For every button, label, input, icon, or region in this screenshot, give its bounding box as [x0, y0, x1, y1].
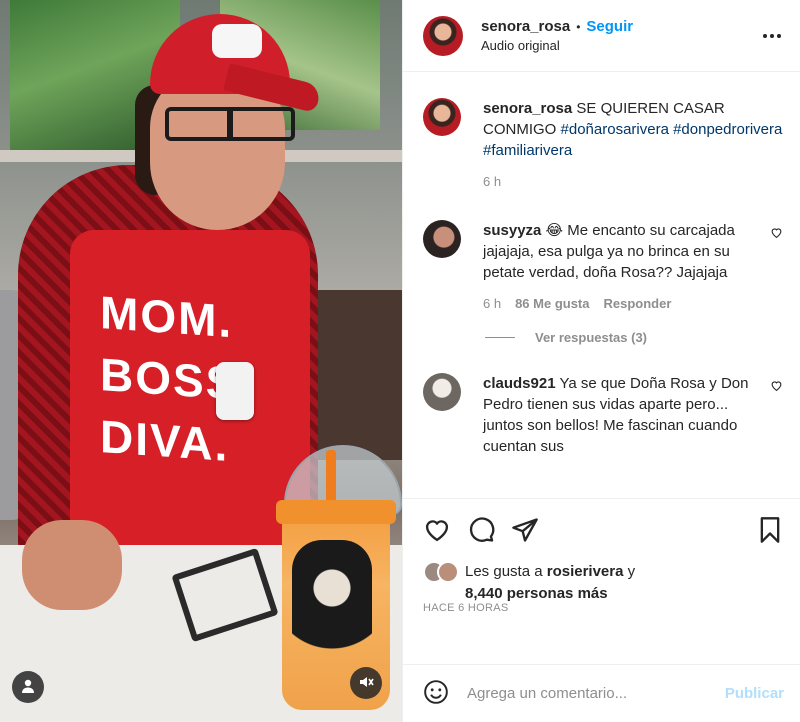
liker-username[interactable]: rosierivera	[547, 563, 624, 580]
audio-label[interactable]: Audio original	[481, 38, 760, 53]
caption-time[interactable]: 6 h	[483, 171, 501, 192]
tagged-users-button[interactable]	[12, 671, 44, 703]
post-sidebar: senora_rosa • Seguir Audio original seno…	[402, 0, 800, 722]
caption-author-avatar[interactable]	[423, 98, 461, 136]
reply-button[interactable]: Responder	[604, 293, 672, 314]
instagram-post-modal: MOM. BOSS, DIVA. senora_rosa • Seguir Au…	[0, 0, 800, 722]
hashtag-link[interactable]: #donpedrorivera	[673, 121, 782, 138]
commenter-username[interactable]: clauds921	[483, 375, 556, 392]
commenter-username[interactable]: susyyza	[483, 222, 541, 239]
comment-input[interactable]	[467, 685, 725, 702]
bookmark-icon[interactable]	[756, 516, 784, 544]
separator-dot: •	[576, 19, 581, 34]
comment-text: clauds921 Ya se que Doña Rosa y Don Pedr…	[483, 373, 760, 457]
comment-time[interactable]: 6 h	[483, 293, 501, 314]
action-bar: Les gusta a rosierivera y 8,440 personas…	[403, 498, 800, 602]
publish-button[interactable]: Publicar	[725, 685, 784, 702]
comment-composer: Publicar	[403, 664, 800, 722]
comment-like-heart-icon[interactable]	[770, 226, 784, 242]
commenter-avatar[interactable]	[423, 373, 461, 411]
comment-like-heart-icon[interactable]	[770, 379, 784, 395]
comment-item: clauds921 Ya se que Doña Rosa y Don Pedr…	[423, 373, 784, 457]
hashtag-link[interactable]: #doñarosarivera	[561, 121, 669, 138]
caption: senora_rosa SE QUIEREN CASAR CONMIGO #do…	[423, 98, 784, 192]
post-header: senora_rosa • Seguir Audio original	[403, 0, 800, 72]
caption-meta: 6 h	[483, 171, 784, 192]
likes-conj: y	[627, 563, 636, 580]
caption-username[interactable]: senora_rosa	[483, 100, 572, 117]
user-tag-icon	[20, 678, 36, 697]
author-username[interactable]: senora_rosa	[481, 18, 570, 35]
heart-icon[interactable]	[423, 516, 451, 544]
more-dot-icon	[763, 33, 767, 38]
more-options-button[interactable]	[760, 33, 784, 38]
comment-item: susyyza 😂 Me encanto su carcajada jajaja…	[423, 220, 784, 314]
hand	[22, 520, 122, 610]
apron-print: MOM. BOSS, DIVA.	[100, 286, 254, 472]
view-replies-button[interactable]: Ver respuestas (3)	[485, 330, 784, 345]
paper-plane-icon[interactable]	[511, 516, 539, 544]
comment-meta: 6 h 86 Me gusta Responder	[483, 293, 760, 314]
hashtag-link[interactable]: #familiarivera	[483, 142, 572, 159]
follow-button[interactable]: Seguir	[586, 18, 633, 35]
cup-lid	[276, 500, 396, 524]
smiley-icon[interactable]	[423, 679, 449, 708]
post-timestamp[interactable]: HACE 6 HORAS	[403, 588, 800, 628]
glasses	[165, 107, 295, 141]
author-info: senora_rosa • Seguir Audio original	[481, 18, 760, 53]
more-dot-icon	[770, 33, 774, 38]
caption-text: senora_rosa SE QUIEREN CASAR CONMIGO #do…	[483, 98, 784, 161]
replies-divider	[485, 337, 515, 338]
likes-prefix: Les gusta a	[465, 563, 543, 580]
liker-avatar[interactable]	[437, 561, 459, 583]
comment-text: susyyza 😂 Me encanto su carcajada jajaja…	[483, 220, 760, 283]
mute-toggle-button[interactable]	[350, 667, 382, 699]
post-video[interactable]: MOM. BOSS, DIVA.	[0, 0, 402, 722]
comments-list[interactable]: senora_rosa SE QUIEREN CASAR CONMIGO #do…	[403, 72, 800, 498]
comment-icon[interactable]	[467, 516, 495, 544]
speaker-muted-icon	[358, 674, 374, 693]
clip-microphone	[216, 362, 254, 420]
commenter-avatar[interactable]	[423, 220, 461, 258]
comment-likes[interactable]: 86 Me gusta	[515, 293, 589, 314]
author-avatar[interactable]	[423, 15, 463, 56]
view-replies-label: Ver respuestas (3)	[535, 330, 648, 345]
more-dot-icon	[777, 33, 781, 38]
cap-logo	[212, 24, 262, 58]
